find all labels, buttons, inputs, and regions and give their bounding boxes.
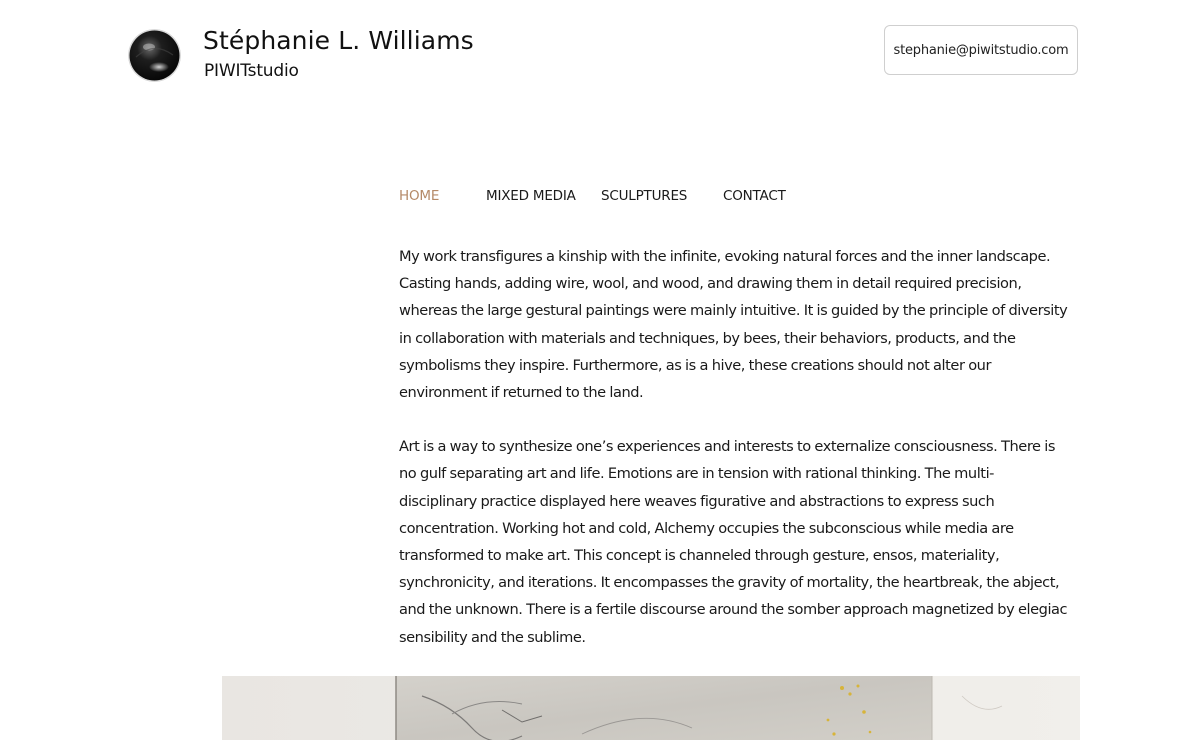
artwork-image[interactable] — [222, 676, 1080, 740]
artist-statement: My work transfigures a kinship with the … — [399, 243, 1069, 651]
site-title[interactable]: Stéphanie L. Williams — [203, 24, 474, 58]
page: Stéphanie L. Williams PIWITstudio stepha… — [0, 0, 1200, 740]
glossy-sphere-logo-icon — [128, 29, 181, 82]
site-subtitle: PIWITstudio — [204, 61, 299, 81]
email-button[interactable]: stephanie@piwitstudio.com — [884, 25, 1078, 75]
statement-paragraph-1: My work transfigures a kinship with the … — [399, 248, 1068, 402]
nav-item-mixed-media[interactable]: MIXED MEDIA — [486, 186, 576, 206]
artwork-drawing — [222, 676, 1080, 740]
nav-item-contact[interactable]: CONTACT — [723, 186, 786, 206]
nav-item-home[interactable]: HOME — [399, 186, 439, 206]
nav-item-sculptures[interactable]: SCULPTURES — [601, 186, 687, 206]
statement-paragraph-2: Art is a way to synthesize one’s experie… — [399, 438, 1068, 646]
logo-icon[interactable] — [128, 29, 181, 82]
main-nav: HOME MIXED MEDIA SCULPTURES CONTACT — [399, 186, 899, 206]
